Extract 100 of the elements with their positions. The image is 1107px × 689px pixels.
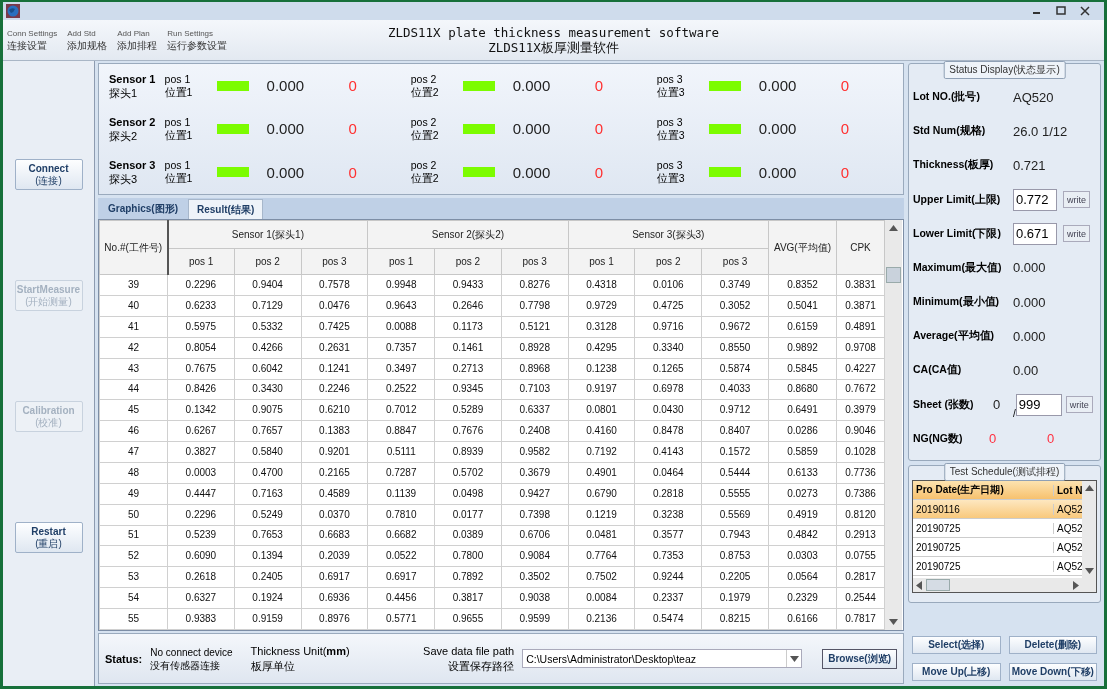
position-label: pos 2 <box>410 116 438 129</box>
field-label: Minimum(最小值) <box>913 295 1001 310</box>
toolbar-menu-item[interactable]: Add Std 添加规格 <box>67 28 108 52</box>
table-cell: 0.4901 <box>568 462 635 484</box>
table-cell: 0.0430 <box>634 399 702 421</box>
field-label: NG(NG数) <box>913 431 964 446</box>
table-cell: 0.1394 <box>234 545 302 567</box>
table-cell: 0.7736 <box>836 462 885 484</box>
toolbar-menu-item[interactable]: Add Plan 添加排程 <box>117 28 158 52</box>
table-cell: 0.5332 <box>234 316 302 338</box>
table-cell: 45 <box>99 399 168 421</box>
scroll-down-icon[interactable] <box>1084 568 1094 574</box>
toolbar-menu-item[interactable]: Run Settings 运行参数设置 <box>167 28 228 52</box>
table-cell: 0.3817 <box>434 587 502 609</box>
limit-input[interactable]: 0.772 <box>1013 188 1057 211</box>
position-label-zh: 位置2 <box>410 85 440 99</box>
schedule-button[interactable]: Select(选择) <box>912 636 1001 654</box>
close-icon[interactable] <box>1080 6 1090 16</box>
table-cell: 0.4318 <box>568 274 635 296</box>
table-cell: 0.2136 <box>568 608 635 630</box>
table-cell: 0.8120 <box>836 504 885 526</box>
table-cell: 0.5771 <box>367 608 435 630</box>
table-cell: 0.9427 <box>501 483 569 505</box>
vertical-scrollbar[interactable] <box>1082 481 1096 578</box>
side-button[interactable]: Connect (连接) <box>14 159 83 190</box>
schedule-button[interactable]: Move Up(上移) <box>912 663 1001 681</box>
table-cell: 0.5874 <box>701 358 769 380</box>
tab[interactable]: Result(结果) <box>188 199 264 219</box>
field-value: 0.000 <box>1013 294 1046 310</box>
table-cell: 0.6327 <box>167 587 235 609</box>
table-cell: 0.1461 <box>434 337 502 359</box>
table-cell: 0.8939 <box>434 441 502 463</box>
table-cell: 0.6210 <box>301 399 368 421</box>
scroll-up-icon[interactable] <box>889 225 898 231</box>
table-cell: 0.0476 <box>301 295 368 317</box>
scroll-thumb[interactable] <box>886 267 901 283</box>
table-cell: 0.6683 <box>301 525 368 546</box>
table-cell: 0.8407 <box>701 420 769 442</box>
table-cell: 0.7810 <box>367 504 435 526</box>
table-cell: 0.1139 <box>367 483 435 505</box>
table-cell: 0.2817 <box>836 566 885 588</box>
table-cell: 0.5249 <box>234 504 302 526</box>
table-cell: 0.8968 <box>501 358 569 380</box>
table-cell: 54 <box>99 587 168 609</box>
thickness-value: 0.000 <box>512 163 552 181</box>
vertical-scrollbar[interactable] <box>885 220 902 630</box>
table-cell: 0.0370 <box>301 504 368 526</box>
write-button[interactable]: write <box>1063 191 1090 209</box>
schedule-button[interactable]: Move Down(下移) <box>1008 663 1097 681</box>
table-cell: 0.7892 <box>434 566 502 588</box>
table-cell: 0.7129 <box>234 295 302 317</box>
limit-input[interactable]: 0.671 <box>1013 222 1057 245</box>
side-button[interactable]: Restart (重启) <box>14 522 83 553</box>
thickness-value: 0.000 <box>266 120 306 138</box>
table-cell: 0.0088 <box>367 316 435 338</box>
table-cell: 0.6159 <box>768 316 837 338</box>
maximize-icon[interactable] <box>1056 6 1066 16</box>
scroll-down-icon[interactable] <box>889 619 898 625</box>
browse-button[interactable]: Browse(浏览) <box>822 648 897 669</box>
table-cell: 0.4033 <box>701 379 769 400</box>
table-cell: 0.7386 <box>836 483 885 505</box>
table-cell: 0.2818 <box>634 483 702 505</box>
table-cell: 0.6042 <box>234 358 302 380</box>
schedule-row[interactable]: 20190116 AQ52 <box>913 500 1082 519</box>
table-cell: 0.0177 <box>434 504 502 526</box>
file-path-dropdown[interactable]: C:\Users\Administrator\Desktop\teaz <box>522 649 803 668</box>
table-cell: 0.5555 <box>701 483 769 505</box>
position-label-zh: 位置3 <box>656 172 686 186</box>
table-cell: 0.7653 <box>234 525 302 546</box>
scroll-left-icon[interactable] <box>916 580 922 590</box>
thickness-value: 0.000 <box>758 163 798 181</box>
field-value: 0.00 <box>1013 362 1039 378</box>
table-cell: 0.2337 <box>634 587 702 609</box>
horizontal-scrollbar[interactable] <box>913 578 1082 592</box>
status-indicator <box>216 167 249 178</box>
schedule-button[interactable]: Delete(删除) <box>1008 636 1097 654</box>
field-label: Std Num(规格) <box>913 124 987 139</box>
unit-label: Thickness Unit(mm) <box>250 643 350 659</box>
table-cell: 0.4589 <box>301 483 368 505</box>
write-button[interactable]: write <box>1065 396 1093 414</box>
table-cell: 0.4266 <box>234 337 302 359</box>
thickness-value: 0.000 <box>512 120 552 138</box>
scroll-thumb[interactable] <box>926 579 950 591</box>
table-cell: 0.5041 <box>768 295 837 317</box>
ng-count: 0 <box>1047 431 1055 447</box>
position-label-zh: 位置3 <box>656 129 686 142</box>
error-count: 0 <box>594 163 604 181</box>
field-value: AQ520 <box>1013 89 1054 105</box>
table-cell: 0.6337 <box>501 399 569 421</box>
write-button[interactable]: write <box>1063 225 1090 243</box>
scroll-right-icon[interactable] <box>1073 580 1079 590</box>
position-label-zh: 位置2 <box>410 129 440 142</box>
field-label: Upper Limit(上限) <box>913 192 1002 207</box>
scroll-down-icon[interactable] <box>789 655 799 662</box>
scroll-up-icon[interactable] <box>1084 485 1094 491</box>
table-cell: 0.9244 <box>634 566 702 588</box>
table-cell: 0.8426 <box>167 379 235 400</box>
toolbar-menu-item[interactable]: Conn Settings 连接设置 <box>7 28 58 52</box>
table-cell: 0.3497 <box>367 358 435 380</box>
sheet-input[interactable]: 999 <box>1015 393 1062 416</box>
